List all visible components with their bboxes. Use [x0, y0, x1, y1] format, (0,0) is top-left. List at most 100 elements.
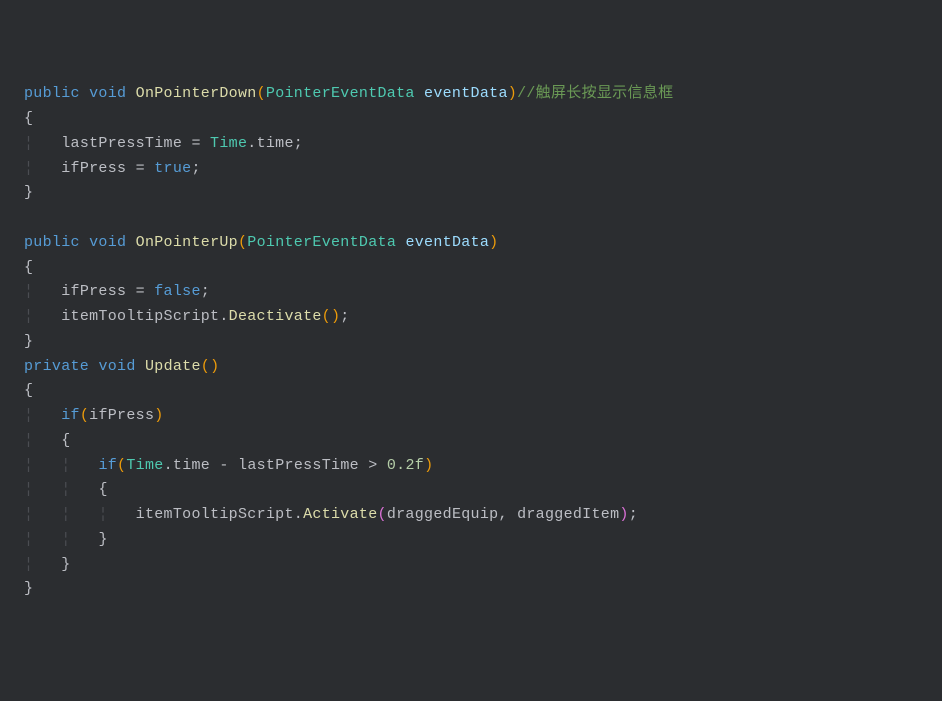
dot: .	[294, 506, 303, 523]
code-line: ¦ itemTooltipScript.Deactivate();	[24, 305, 942, 330]
paren-open: (	[117, 457, 126, 474]
function-name: OnPointerDown	[136, 85, 257, 102]
keyword-if: if	[61, 407, 80, 424]
code-line: ¦ if(ifPress)	[24, 404, 942, 429]
paren-close: )	[508, 85, 517, 102]
brace-close: }	[24, 184, 33, 201]
code-line: ¦ }	[24, 553, 942, 578]
identifier: itemTooltipScript	[136, 506, 294, 523]
indent-guide: ¦	[24, 283, 61, 300]
keyword-public: public	[24, 85, 80, 102]
code-line: ¦ ¦ if(Time.time - lastPressTime > 0.2f)	[24, 454, 942, 479]
code-line-blank	[24, 206, 942, 231]
brace-close: }	[61, 556, 70, 573]
paren-close: )	[619, 506, 628, 523]
dot: .	[219, 308, 228, 325]
comma: ,	[498, 506, 517, 523]
identifier: ifPress	[89, 407, 154, 424]
paren-open: (	[257, 85, 266, 102]
code-line: ¦ ifPress = false;	[24, 280, 942, 305]
code-line: ¦ ¦ {	[24, 478, 942, 503]
identifier: lastPressTime	[61, 135, 182, 152]
semicolon: ;	[629, 506, 638, 523]
indent-guide: ¦	[61, 481, 98, 498]
brace-close: }	[24, 333, 33, 350]
indent-guide: ¦	[24, 457, 61, 474]
identifier: itemTooltipScript	[61, 308, 219, 325]
code-line: ¦ ifPress = true;	[24, 157, 942, 182]
indent-guide: ¦	[24, 506, 61, 523]
identifier: ifPress	[61, 160, 126, 177]
parameter: eventData	[405, 234, 489, 251]
semicolon: ;	[340, 308, 349, 325]
semicolon: ;	[201, 283, 210, 300]
brace-open: {	[61, 432, 70, 449]
identifier: time	[257, 135, 294, 152]
code-line: public void OnPointerUp(PointerEventData…	[24, 231, 942, 256]
function-name: OnPointerUp	[136, 234, 238, 251]
boolean-false: false	[154, 283, 201, 300]
indent-guide: ¦	[61, 457, 98, 474]
comment: //触屏长按显示信息框	[517, 85, 673, 102]
method-call: Activate	[303, 506, 377, 523]
indent-guide: ¦	[24, 556, 61, 573]
paren-close: )	[489, 234, 498, 251]
indent-guide: ¦	[24, 432, 61, 449]
type-name: Time	[210, 135, 247, 152]
boolean-true: true	[154, 160, 191, 177]
keyword-void: void	[89, 234, 126, 251]
parameter: eventData	[424, 85, 508, 102]
paren-open: (	[80, 407, 89, 424]
paren-open: (	[201, 358, 210, 375]
paren-open: (	[238, 234, 247, 251]
indent-guide: ¦	[24, 160, 61, 177]
code-line: ¦ ¦ ¦ itemTooltipScript.Activate(dragged…	[24, 503, 942, 528]
type-name: PointerEventData	[247, 234, 396, 251]
indent-guide: ¦	[24, 481, 61, 498]
code-line: }	[24, 181, 942, 206]
code-line: ¦ {	[24, 429, 942, 454]
code-line: }	[24, 330, 942, 355]
brace-open: {	[24, 110, 33, 127]
paren-close: )	[424, 457, 433, 474]
type-name: Time	[126, 457, 163, 474]
operator-assign: =	[182, 135, 210, 152]
identifier: draggedEquip	[387, 506, 499, 523]
code-line: private void Update()	[24, 355, 942, 380]
paren-open: (	[378, 506, 387, 523]
code-editor-viewport[interactable]: public void OnPointerDown(PointerEventDa…	[24, 82, 942, 602]
operator-gt: >	[359, 457, 387, 474]
paren-close: )	[331, 308, 340, 325]
operator-assign: =	[126, 160, 154, 177]
keyword-void: void	[89, 85, 126, 102]
type-name: PointerEventData	[266, 85, 415, 102]
indent-guide: ¦	[24, 531, 61, 548]
indent-guide: ¦	[24, 135, 61, 152]
brace-close: }	[98, 531, 107, 548]
code-line: ¦ lastPressTime = Time.time;	[24, 132, 942, 157]
paren-open: (	[322, 308, 331, 325]
keyword-void: void	[98, 358, 135, 375]
paren-close: )	[154, 407, 163, 424]
indent-guide: ¦	[98, 506, 135, 523]
code-line: {	[24, 107, 942, 132]
code-line: {	[24, 256, 942, 281]
number-literal: 0.2f	[387, 457, 424, 474]
semicolon: ;	[294, 135, 303, 152]
keyword-private: private	[24, 358, 89, 375]
identifier: time	[173, 457, 210, 474]
indent-guide: ¦	[61, 506, 98, 523]
operator-minus: -	[210, 457, 238, 474]
indent-guide: ¦	[61, 531, 98, 548]
operator-assign: =	[126, 283, 154, 300]
function-name: Update	[145, 358, 201, 375]
brace-open: {	[24, 382, 33, 399]
identifier: draggedItem	[517, 506, 619, 523]
semicolon: ;	[191, 160, 200, 177]
dot: .	[164, 457, 173, 474]
code-line: }	[24, 577, 942, 602]
brace-open: {	[98, 481, 107, 498]
dot: .	[247, 135, 256, 152]
brace-close: }	[24, 580, 33, 597]
indent-guide: ¦	[24, 407, 61, 424]
